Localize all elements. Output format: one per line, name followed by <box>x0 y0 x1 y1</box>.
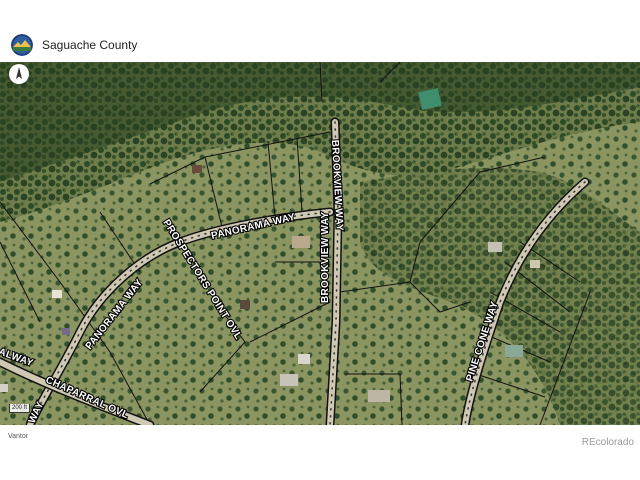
road-label-brookview-way-south: BROOKVIEW WAY <box>320 212 331 303</box>
page-title: Saguache County <box>42 38 138 52</box>
satellite-map[interactable]: PANORAMA WAY PANORAMA WAY PROSPECTORS PO… <box>0 62 640 425</box>
map-header: Saguache County <box>0 28 640 62</box>
map-scale-bar: 200 ft <box>9 404 31 413</box>
county-seal-icon <box>11 34 33 56</box>
brand-watermark: REcolorado <box>581 437 634 448</box>
north-arrow-icon[interactable] <box>9 64 29 84</box>
imagery-attribution: Vantor <box>8 433 29 440</box>
